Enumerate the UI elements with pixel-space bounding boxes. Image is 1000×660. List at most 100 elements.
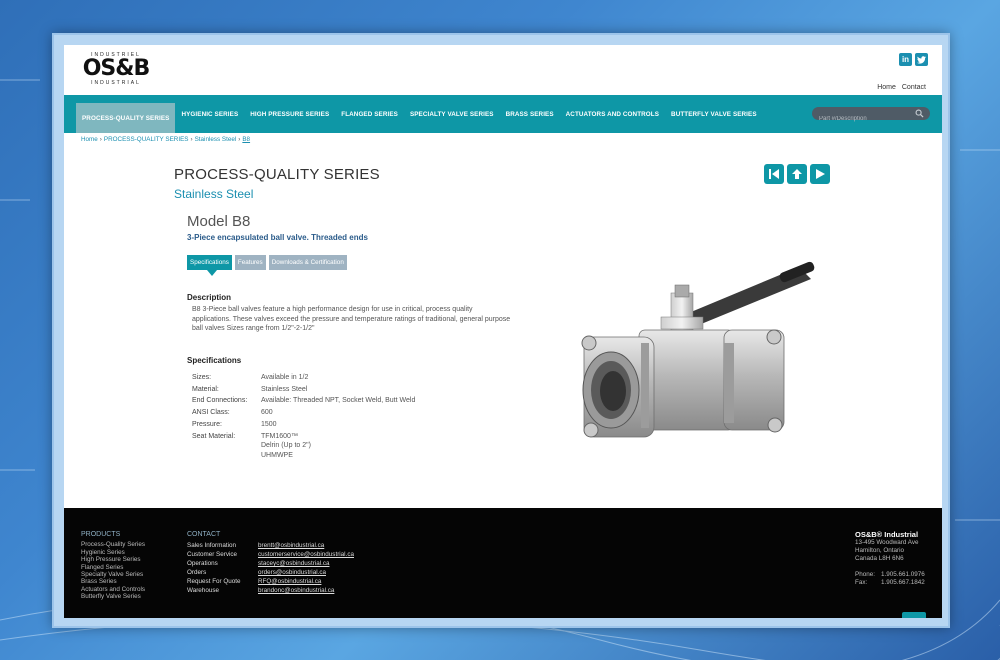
- contact-row: Sales Information brentt@osbindustrial.ca: [187, 541, 354, 550]
- nav-high-pressure[interactable]: HIGH PRESSURE SERIES: [244, 95, 335, 133]
- up-level-icon[interactable]: [787, 164, 807, 184]
- contact-row: Customer Service customerservice@osbindus…: [187, 550, 354, 559]
- home-link[interactable]: Home: [877, 84, 896, 91]
- site-header: INDUSTRIEL OS&B INDUSTRIAL in Home Conta…: [64, 45, 942, 95]
- footer-product-link[interactable]: Brass Series: [81, 578, 145, 585]
- contact-email-link[interactable]: staceyc@osbindustrial.ca: [258, 559, 330, 568]
- nav-butterfly[interactable]: BUTTERFLY VALVE SERIES: [665, 95, 763, 133]
- contact-row: Warehouse brandonc@osbindustrial.ca: [187, 586, 354, 595]
- contact-email-link[interactable]: orders@osbindustrial.ca: [258, 568, 326, 577]
- footer-product-link[interactable]: Flanged Series: [81, 564, 145, 571]
- breadcrumb-process-quality[interactable]: PROCESS-QUALITY SERIES: [104, 136, 189, 143]
- nav-actuators[interactable]: ACTUATORS AND CONTROLS: [560, 95, 665, 133]
- footer-product-link[interactable]: Hygienic Series: [81, 549, 145, 556]
- contact-email-link[interactable]: brentt@osbindustrial.ca: [258, 541, 324, 550]
- top-links: Home Contact: [877, 84, 926, 91]
- twitter-icon[interactable]: [915, 53, 928, 66]
- product-pager: [764, 164, 830, 184]
- model-name: Model B8: [187, 213, 251, 230]
- spec-value: Stainless Steel: [261, 385, 308, 393]
- spec-value: Available: Threaded NPT, Socket Weld, Bu…: [261, 397, 416, 405]
- footer-product-link[interactable]: Butterfly Valve Series: [81, 593, 145, 600]
- screenshot-frame: INDUSTRIEL OS&B INDUSTRIAL in Home Conta…: [52, 33, 950, 628]
- footer-address: OS&B® Industrial 13-495 Woodward Ave Ham…: [855, 531, 925, 587]
- fax-row: Fax: 1.905.667.1842: [855, 579, 925, 587]
- breadcrumb-separator: ›: [238, 136, 241, 143]
- contact-email-link[interactable]: RFQ@osbindustrial.ca: [258, 577, 321, 586]
- address-line: Canada L8H 6N6: [855, 555, 904, 562]
- footer-company-name: OS&B® Industrial: [855, 530, 919, 539]
- contact-label: Request For Quote: [187, 578, 241, 586]
- breadcrumb-home[interactable]: Home: [81, 136, 98, 143]
- nav-process-quality[interactable]: PROCESS-QUALITY SERIES: [76, 103, 176, 133]
- footer-contact: CONTACT Sales Information brentt@osbindus…: [187, 531, 354, 596]
- contact-label: Operations: [187, 560, 218, 568]
- footer-product-link[interactable]: Actuators and Controls: [81, 586, 145, 593]
- back-to-top-button[interactable]: [902, 612, 926, 618]
- nav-hygienic[interactable]: HYGIENIC SERIES: [175, 95, 244, 133]
- logo-bottom-text: INDUSTRIAL: [91, 80, 141, 86]
- description-heading: Description: [187, 293, 232, 302]
- contact-label: Warehouse: [187, 587, 219, 595]
- tab-specifications[interactable]: Specifications: [187, 255, 232, 276]
- ball-valve-image: [581, 261, 815, 438]
- fax-label: Fax:: [855, 579, 868, 586]
- spec-value: 1500: [261, 420, 277, 428]
- breadcrumb-current[interactable]: B8: [242, 136, 250, 143]
- contact-label: Orders: [187, 569, 207, 577]
- contact-link[interactable]: Contact: [902, 84, 926, 91]
- search-box: [812, 107, 930, 126]
- next-product-icon[interactable]: [810, 164, 830, 184]
- breadcrumb-separator: ›: [99, 136, 102, 143]
- contact-email-link[interactable]: customerservice@osbindustrial.ca: [258, 550, 354, 559]
- breadcrumb-separator: ›: [190, 136, 193, 143]
- page-title: PROCESS-QUALITY SERIES: [174, 166, 380, 183]
- nav-specialty-valve[interactable]: SPECIALTY VALVE SERIES: [404, 95, 500, 133]
- spec-value: Available in 1/2: [261, 374, 309, 381]
- contact-email-link[interactable]: brandonc@osbindustrial.ca: [258, 586, 334, 595]
- address-line: 13-495 Woodward Ave: [855, 539, 919, 546]
- footer-contact-heading: CONTACT: [187, 531, 221, 538]
- spec-row: Seat Material: TFM1600™ Delrin (Up to 2")…: [192, 431, 415, 461]
- nav-flanged[interactable]: FLANGED SERIES: [335, 95, 404, 133]
- osb-logo[interactable]: INDUSTRIEL OS&B INDUSTRIAL: [82, 52, 151, 88]
- contact-row: Operations staceyc@osbindustrial.ca: [187, 559, 354, 568]
- spec-key: Pressure:: [192, 420, 222, 428]
- address-line: Hamilton, Ontario: [855, 547, 904, 554]
- contact-label: Sales Information: [187, 542, 237, 549]
- tab-features[interactable]: Features: [234, 255, 266, 270]
- phone-number[interactable]: 1.905.661.0976: [881, 571, 925, 579]
- spec-key: Seat Material:: [192, 432, 236, 440]
- spec-key: ANSI Class:: [192, 409, 230, 417]
- fax-number: 1.905.667.1842: [881, 579, 925, 586]
- search-input[interactable]: [812, 112, 912, 126]
- breadcrumb-stainless[interactable]: Stainless Steel: [195, 136, 237, 143]
- nav-brass[interactable]: BRASS SERIES: [500, 95, 560, 133]
- search-icon[interactable]: [915, 109, 924, 118]
- main-nav: PROCESS-QUALITY SERIES HYGIENIC SERIES H…: [64, 95, 942, 133]
- spec-row: Sizes: Available in 1/2: [192, 372, 415, 384]
- linkedin-icon[interactable]: in: [899, 53, 912, 66]
- footer-products: PRODUCTS Process-Quality Series Hygienic…: [81, 531, 145, 601]
- specifications-heading: Specifications: [187, 356, 242, 365]
- social-links: in: [899, 53, 928, 66]
- footer-product-link[interactable]: High Pressure Series: [81, 556, 145, 563]
- spec-value: TFM1600™ Delrin (Up to 2") UHMWPE: [261, 432, 311, 459]
- spec-row: End Connections: Available: Threaded NPT,…: [192, 395, 415, 407]
- spec-table: Sizes: Available in 1/2 Material: Stainles…: [192, 372, 415, 461]
- spec-row: ANSI Class: 600: [192, 407, 415, 419]
- footer-product-link[interactable]: Process-Quality Series: [81, 541, 145, 548]
- contact-row: Request For Quote RFQ@osbindustrial.ca: [187, 577, 354, 586]
- spec-row: Material: Stainless Steel: [192, 384, 415, 396]
- tab-downloads[interactable]: Downloads & Certification: [268, 255, 347, 270]
- footer-product-link[interactable]: Specialty Valve Series: [81, 571, 145, 578]
- logo-main-text: OS&B: [82, 56, 151, 81]
- spec-value: 600: [261, 409, 273, 417]
- breadcrumb: Home › PROCESS-QUALITY SERIES › Stainles…: [81, 136, 250, 143]
- spec-key: End Connections:: [192, 397, 248, 405]
- page-subtitle: Stainless Steel: [174, 187, 254, 201]
- first-product-icon[interactable]: [764, 164, 784, 184]
- spec-key: Sizes:: [192, 374, 212, 381]
- phone-row: Phone: 1.905.661.0976: [855, 571, 925, 579]
- contact-row: Orders orders@osbindustrial.ca: [187, 568, 354, 577]
